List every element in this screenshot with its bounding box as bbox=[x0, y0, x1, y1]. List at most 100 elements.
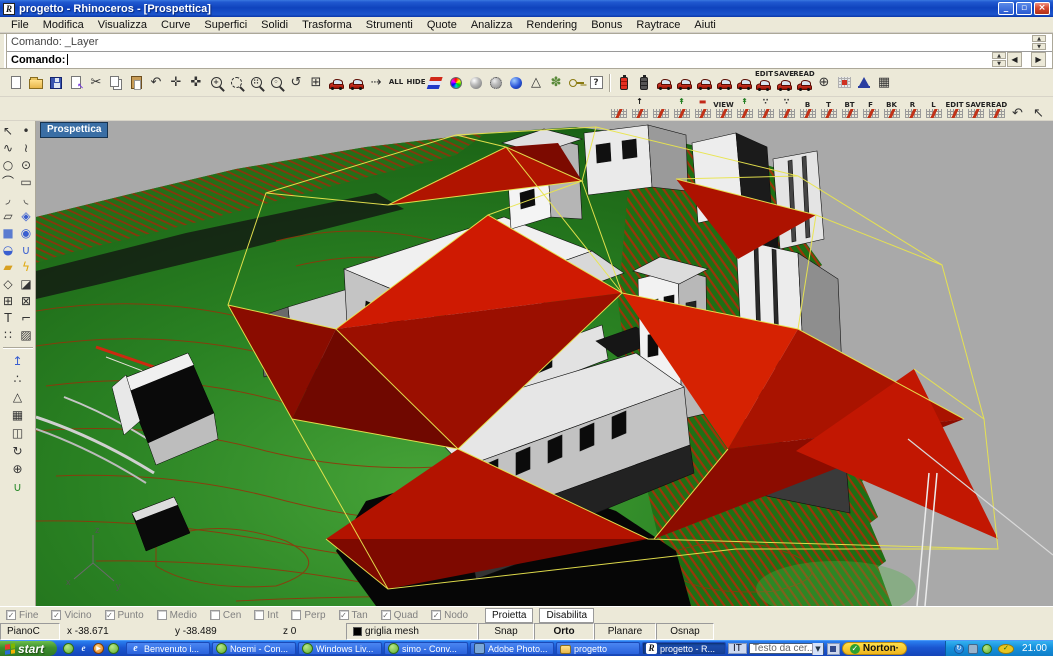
cplane-lamp-button[interactable] bbox=[854, 72, 874, 94]
rendered-sphere-button[interactable] bbox=[506, 72, 526, 94]
render-car-button[interactable] bbox=[326, 72, 346, 94]
paste-button[interactable] bbox=[126, 72, 146, 94]
checkbox-int[interactable] bbox=[254, 610, 264, 620]
task-adobe-photoshop[interactable]: Adobe Photo... bbox=[470, 642, 554, 655]
pan-button[interactable]: ✛ bbox=[166, 72, 186, 94]
osnap-fine[interactable]: ✓Fine bbox=[6, 610, 38, 621]
command-spin-up[interactable]: ▲ bbox=[992, 52, 1006, 59]
menu-file[interactable]: File bbox=[4, 18, 36, 32]
menu-raytrace[interactable]: Raytrace bbox=[629, 18, 687, 32]
menu-strumenti[interactable]: Strumenti bbox=[359, 18, 420, 32]
orient-view-button[interactable]: ⇢ bbox=[366, 72, 386, 94]
pointer-button[interactable]: ↖ bbox=[1028, 98, 1049, 120]
mesh-right-button[interactable]: R bbox=[902, 98, 923, 120]
car-read-button[interactable]: READ bbox=[794, 72, 814, 94]
boolean-union-icon[interactable]: ∪ bbox=[18, 242, 34, 258]
surface-plane-icon[interactable]: ▱ bbox=[0, 208, 16, 224]
quick-launch-messenger-icon[interactable] bbox=[108, 643, 119, 654]
history-scroll-down[interactable]: ▼ bbox=[1032, 43, 1046, 50]
mesh-edit-button[interactable]: EDIT bbox=[944, 98, 965, 120]
car-view2-button[interactable] bbox=[674, 72, 694, 94]
mesh-points2-button[interactable]: ∵ bbox=[776, 98, 797, 120]
close-button[interactable]: × bbox=[1034, 2, 1050, 15]
crosshair-button[interactable]: ⊕ bbox=[814, 72, 834, 94]
osnap-toggle[interactable]: Osnap bbox=[656, 623, 714, 640]
osnap-int[interactable]: Int bbox=[254, 610, 278, 621]
quick-launch-media-player-icon[interactable]: ▶ bbox=[93, 643, 104, 654]
orbit-button[interactable]: ✜ bbox=[186, 72, 206, 94]
battery-red-button[interactable] bbox=[614, 72, 634, 94]
split-icon[interactable]: ◇ bbox=[0, 276, 16, 292]
zoom-previous-button[interactable]: ↺ bbox=[286, 72, 306, 94]
cone-button[interactable]: △ bbox=[526, 72, 546, 94]
cut-button[interactable]: ✂ bbox=[86, 72, 106, 94]
menu-rendering[interactable]: Rendering bbox=[519, 18, 584, 32]
checkbox-fine[interactable]: ✓ bbox=[6, 610, 16, 620]
task-progetto-rhino[interactable]: Rprogetto - R... bbox=[642, 642, 726, 655]
mesh-top-button[interactable]: T bbox=[818, 98, 839, 120]
battery-dark-button[interactable] bbox=[634, 72, 654, 94]
osnap-punto[interactable]: ✓Punto bbox=[105, 610, 144, 621]
mesh-points-button[interactable]: ∵ bbox=[755, 98, 776, 120]
osnap-quad[interactable]: ✓Quad bbox=[381, 610, 418, 621]
rhino-app-icon[interactable]: R bbox=[3, 3, 15, 15]
disabilita-button[interactable]: Disabilita bbox=[539, 608, 594, 623]
surface-network-icon[interactable]: ◈ bbox=[18, 208, 34, 224]
car-save-button[interactable]: SAVE bbox=[774, 72, 794, 94]
mesh-read-button[interactable]: READ bbox=[986, 98, 1007, 120]
undo-button[interactable]: ↶ bbox=[146, 72, 166, 94]
split-view-icon[interactable]: ◫ bbox=[10, 425, 26, 441]
car-mesh-button[interactable] bbox=[346, 72, 366, 94]
mesh-object-button[interactable]: ▬ bbox=[692, 98, 713, 120]
select-all-button[interactable]: ALL bbox=[386, 72, 406, 94]
quick-launch-ie-icon[interactable]: e bbox=[78, 643, 89, 654]
command-grip[interactable] bbox=[0, 34, 7, 68]
checkbox-cen[interactable] bbox=[210, 610, 220, 620]
search-go-button[interactable] bbox=[827, 643, 840, 655]
save-button[interactable] bbox=[46, 72, 66, 94]
export-button[interactable] bbox=[66, 72, 86, 94]
viewport-layout-button[interactable]: ⊞ bbox=[306, 72, 326, 94]
task-noemi[interactable]: Noemi - Con... bbox=[212, 642, 296, 655]
cplane-icon[interactable]: ∪ bbox=[10, 479, 26, 495]
command-spin-down[interactable]: ▼ bbox=[992, 60, 1006, 67]
norton-badge[interactable]: ✓ Norton· bbox=[842, 642, 907, 655]
mirror-icon[interactable]: ⊠ bbox=[18, 293, 34, 309]
help-button[interactable]: ? bbox=[586, 72, 606, 94]
hatch-icon[interactable]: ▨ bbox=[18, 327, 34, 343]
menu-bonus[interactable]: Bonus bbox=[584, 18, 629, 32]
zoom-extents-button[interactable]: ◦ bbox=[266, 72, 286, 94]
cplane-cell[interactable]: PianoC bbox=[0, 623, 60, 640]
layer-wave-button[interactable] bbox=[426, 72, 446, 94]
osnap-vicino[interactable]: ✓Vicino bbox=[51, 610, 91, 621]
new-file-button[interactable] bbox=[6, 72, 26, 94]
cylinder-icon[interactable]: ◒ bbox=[0, 242, 16, 258]
task-progetto-folder[interactable]: progetto bbox=[556, 642, 640, 655]
search-input[interactable]: Testo da cer... bbox=[750, 643, 812, 654]
zoom-in-button[interactable]: + bbox=[206, 72, 226, 94]
array-icon[interactable]: ⊞ bbox=[0, 293, 16, 309]
language-indicator[interactable]: IT bbox=[728, 643, 747, 654]
checkbox-punto[interactable]: ✓ bbox=[105, 610, 115, 620]
open-file-button[interactable] bbox=[26, 72, 46, 94]
mesh-flat2-button[interactable] bbox=[650, 98, 671, 120]
sphere-icon[interactable]: ◉ bbox=[18, 225, 34, 241]
curve-interpolate-icon[interactable]: ∿ bbox=[0, 140, 16, 156]
mesh-back-button[interactable]: BK bbox=[881, 98, 902, 120]
planar-toggle[interactable]: Planare bbox=[594, 623, 656, 640]
orient-icon[interactable]: ⊕ bbox=[10, 461, 26, 477]
key-button[interactable] bbox=[566, 72, 586, 94]
history-scroll-up[interactable]: ▲ bbox=[1032, 35, 1046, 42]
snap-toggle[interactable]: Snap bbox=[478, 623, 534, 640]
undo-view-button[interactable]: ↶ bbox=[1007, 98, 1028, 120]
tray-messenger-icon[interactable] bbox=[982, 644, 992, 654]
shaded-sphere-button[interactable] bbox=[466, 72, 486, 94]
car-view4-button[interactable] bbox=[714, 72, 734, 94]
car-rotate-button[interactable] bbox=[734, 72, 754, 94]
minimize-button[interactable]: _ bbox=[998, 2, 1014, 15]
mesh-vertical-button[interactable]: ↑ bbox=[629, 98, 650, 120]
task-simo[interactable]: simo - Conv... bbox=[384, 642, 468, 655]
car-edit-button[interactable]: EDIT bbox=[754, 72, 774, 94]
mesh-front-button[interactable]: F bbox=[860, 98, 881, 120]
menu-curve[interactable]: Curve bbox=[154, 18, 197, 32]
